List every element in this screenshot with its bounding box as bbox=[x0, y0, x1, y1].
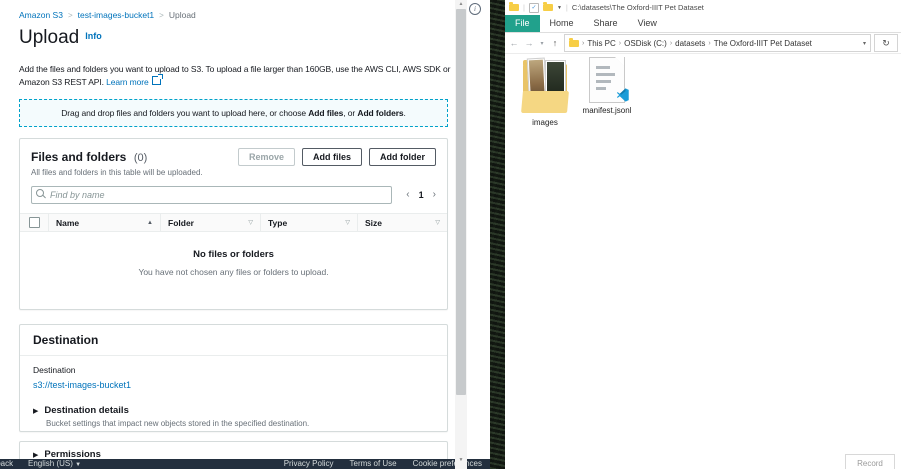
page-fold-icon bbox=[616, 58, 624, 66]
scrollbar-thumb[interactable] bbox=[456, 9, 466, 395]
empty-state-title: No files or folders bbox=[20, 249, 447, 260]
properties-icon[interactable]: ✓ bbox=[529, 3, 539, 13]
folder-icon bbox=[569, 40, 579, 47]
breadcrumb-current: Upload bbox=[169, 10, 196, 20]
address-datasets[interactable]: datasets bbox=[675, 39, 705, 48]
folder-with-photos-icon bbox=[521, 57, 569, 115]
page-title: UploadInfo bbox=[19, 27, 102, 49]
recent-locations-icon[interactable]: ▾ bbox=[538, 40, 546, 47]
find-by-name-input[interactable] bbox=[31, 186, 392, 204]
intro-text: Add the files and folders you want to up… bbox=[19, 64, 453, 88]
window-title-path: C:\datasets\The Oxford-IIIT Pet Dataset bbox=[572, 3, 704, 12]
folder-item-images[interactable]: images bbox=[513, 57, 577, 127]
vscode-icon bbox=[616, 88, 630, 102]
column-header-name[interactable]: Name ▲ bbox=[48, 214, 160, 231]
learn-more-link[interactable]: Learn more bbox=[106, 77, 148, 87]
pagination: ‹ 1 › bbox=[406, 189, 436, 200]
tab-home[interactable]: Home bbox=[540, 15, 584, 32]
chevron-right-icon: > bbox=[159, 11, 164, 20]
refresh-icon[interactable]: ↻ bbox=[874, 34, 898, 52]
item-label: manifest.jsonl bbox=[575, 106, 639, 115]
destination-label: Destination bbox=[33, 365, 434, 375]
destination-details-expander[interactable]: ▶Destination details Bucket settings tha… bbox=[33, 405, 434, 428]
prev-page-icon[interactable]: ‹ bbox=[406, 189, 409, 200]
explorer-content: images manifest.jsonl bbox=[505, 54, 901, 454]
files-panel-title: Files and folders bbox=[31, 150, 126, 164]
files-table-header: Name ▲ Folder ▽ Type ▽ Size ▽ bbox=[20, 213, 447, 232]
destination-panel-title: Destination bbox=[20, 325, 447, 356]
sort-asc-icon[interactable]: ▲ bbox=[147, 220, 153, 226]
info-link[interactable]: Info bbox=[85, 31, 102, 41]
desktop-wallpaper-strip bbox=[490, 0, 505, 469]
explorer-titlebar: | ✓ ▼ | C:\datasets\The Oxford-IIIT Pet … bbox=[505, 0, 901, 15]
page-number[interactable]: 1 bbox=[419, 190, 424, 200]
empty-state: No files or folders You have not chosen … bbox=[20, 249, 447, 277]
breadcrumb-amazon-s3[interactable]: Amazon S3 bbox=[19, 10, 63, 20]
address-toolbar: ← → ▾ ↑ › This PC › OSDisk (C:) › datase… bbox=[505, 33, 901, 54]
files-panel-subtitle: All files and folders in this table will… bbox=[20, 166, 447, 177]
files-count: (0) bbox=[134, 152, 147, 164]
address-current-folder[interactable]: The Oxford-IIIT Pet Dataset bbox=[714, 39, 812, 48]
empty-state-subtitle: You have not chosen any files or folders… bbox=[20, 267, 447, 277]
feedback-link[interactable]: Feedback bbox=[0, 459, 13, 469]
new-folder-icon[interactable] bbox=[543, 4, 553, 11]
quick-access-caret-icon[interactable]: ▼ bbox=[557, 5, 562, 11]
column-header-folder[interactable]: Folder ▽ bbox=[160, 214, 260, 231]
address-this-pc[interactable]: This PC bbox=[587, 39, 615, 48]
breadcrumb: Amazon S3 > test-images-bucket1 > Upload bbox=[19, 10, 196, 20]
privacy-policy-link[interactable]: Privacy Policy bbox=[284, 459, 334, 469]
aws-console-window: Amazon S3 > test-images-bucket1 > Upload Upl… bbox=[0, 0, 490, 469]
language-selector[interactable]: English (US) ▼ bbox=[28, 459, 81, 469]
address-dropdown-icon[interactable]: ▾ bbox=[863, 40, 866, 47]
tab-view[interactable]: View bbox=[628, 15, 667, 32]
ribbon-tabs: File Home Share View bbox=[505, 15, 901, 33]
jsonl-document-icon bbox=[589, 57, 625, 103]
destination-panel: Destination Destination s3://test-images… bbox=[19, 324, 448, 432]
sort-icon[interactable]: ▽ bbox=[435, 219, 440, 226]
address-bar[interactable]: › This PC › OSDisk (C:) › datasets › The… bbox=[564, 34, 871, 52]
expand-arrow-icon: ▶ bbox=[33, 452, 38, 459]
tab-file[interactable]: File bbox=[505, 15, 540, 32]
external-link-icon bbox=[152, 76, 161, 85]
add-files-button[interactable]: Add files bbox=[302, 148, 362, 166]
forward-icon[interactable]: → bbox=[523, 38, 535, 48]
add-folder-button[interactable]: Add folder bbox=[369, 148, 436, 166]
files-and-folders-panel: Files and folders (0) Remove Add files A… bbox=[19, 138, 448, 310]
scroll-down-icon[interactable]: ▼ bbox=[455, 457, 467, 463]
column-header-size[interactable]: Size ▽ bbox=[357, 214, 447, 231]
destination-details-description: Bucket settings that impact new objects … bbox=[46, 419, 434, 428]
info-circle-icon[interactable] bbox=[469, 3, 481, 15]
file-item-manifest[interactable]: manifest.jsonl bbox=[575, 57, 639, 115]
up-icon[interactable]: ↑ bbox=[549, 38, 561, 48]
caret-down-icon: ▼ bbox=[75, 462, 81, 468]
sort-icon[interactable]: ▽ bbox=[345, 219, 350, 226]
sort-icon[interactable]: ▽ bbox=[248, 219, 253, 226]
next-page-icon[interactable]: › bbox=[433, 189, 436, 200]
chevron-right-icon: > bbox=[68, 11, 73, 20]
file-explorer-window: | ✓ ▼ | C:\datasets\The Oxford-IIIT Pet … bbox=[505, 0, 901, 469]
drag-drop-zone[interactable]: Drag and drop files and folders you want… bbox=[19, 99, 448, 127]
aws-footer: Feedback English (US) ▼ Privacy Policy T… bbox=[0, 459, 490, 469]
address-osdisk[interactable]: OSDisk (C:) bbox=[624, 39, 667, 48]
terms-of-use-link[interactable]: Terms of Use bbox=[350, 459, 397, 469]
select-all-checkbox[interactable] bbox=[29, 217, 40, 228]
cookie-preferences-link[interactable]: Cookie preferences bbox=[413, 459, 482, 469]
search-icon bbox=[36, 189, 44, 197]
destination-bucket-link[interactable]: s3://test-images-bucket1 bbox=[33, 380, 131, 390]
breadcrumb-bucket[interactable]: test-images-bucket1 bbox=[78, 10, 155, 20]
explorer-app-icon bbox=[509, 4, 519, 11]
browser-scrollbar[interactable]: ▲ ▼ bbox=[455, 0, 467, 469]
tab-share[interactable]: Share bbox=[584, 15, 628, 32]
expand-arrow-icon: ▶ bbox=[33, 408, 38, 415]
item-label: images bbox=[513, 118, 577, 127]
remove-button[interactable]: Remove bbox=[238, 148, 295, 166]
back-icon[interactable]: ← bbox=[508, 38, 520, 48]
scroll-up-icon[interactable]: ▲ bbox=[455, 1, 467, 7]
record-button[interactable]: Record bbox=[845, 454, 895, 469]
column-header-type[interactable]: Type ▽ bbox=[260, 214, 357, 231]
